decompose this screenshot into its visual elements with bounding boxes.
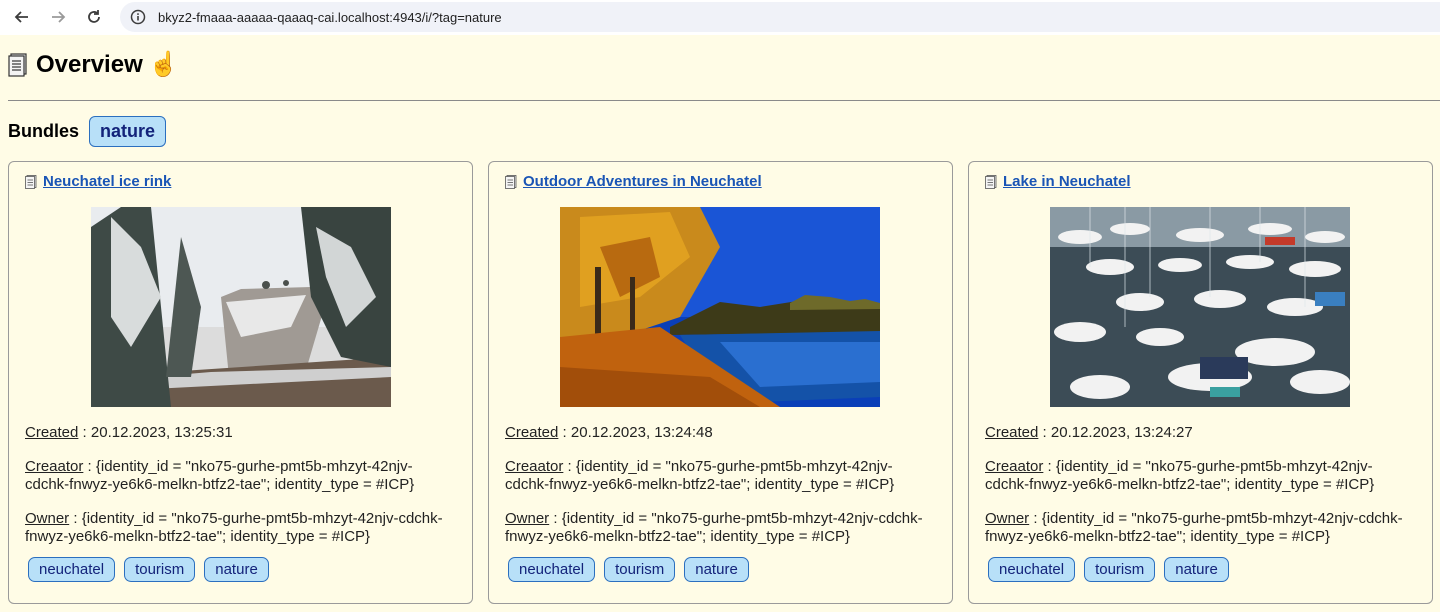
tag-tourism[interactable]: tourism — [1084, 557, 1156, 582]
owner-label: Owner — [985, 510, 1030, 527]
created-label: Created — [985, 424, 1039, 441]
active-tag[interactable]: nature — [89, 116, 167, 147]
creator-meta: Creaator : {identity_id = "nko75-gurhe-p… — [25, 458, 455, 494]
meta-sep: : — [549, 510, 562, 527]
created-value: 20.12.2023, 13:25:31 — [90, 424, 233, 441]
document-icon — [985, 174, 997, 189]
tag-list: neuchatel tourism nature — [988, 557, 1238, 582]
tag-nature[interactable]: nature — [1164, 557, 1229, 582]
pointing-hand-icon: ☝ — [148, 51, 179, 78]
creator-meta: Creaator : {identity_id = "nko75-gurhe-p… — [985, 458, 1415, 494]
card-title-link[interactable]: Lake in Neuchatel — [1003, 173, 1131, 190]
created-label: Created — [505, 424, 559, 441]
bundle-card: Neuchatel ice rink Created : 20.12.2023,… — [8, 161, 473, 604]
forward-icon[interactable] — [46, 5, 70, 29]
bundle-card: Outdoor Adventures in Neuchatel Created … — [488, 161, 953, 604]
tag-tourism[interactable]: tourism — [124, 557, 196, 582]
document-icon — [505, 174, 517, 189]
meta-sep: : — [83, 458, 96, 475]
site-info-icon[interactable] — [130, 9, 146, 25]
meta-sep: : — [1029, 510, 1042, 527]
tag-list: neuchatel tourism nature — [28, 557, 278, 582]
document-icon — [25, 174, 37, 189]
meta-sep: : — [563, 458, 576, 475]
creator-meta: Creaator : {identity_id = "nko75-gurhe-p… — [505, 458, 935, 494]
document-icon — [8, 52, 27, 77]
meta-sep: : — [558, 424, 571, 441]
owner-value: {identity_id = "nko75-gurhe-pmt5b-mhzyt-… — [25, 510, 443, 545]
owner-value: {identity_id = "nko75-gurhe-pmt5b-mhzyt-… — [985, 510, 1403, 545]
owner-meta: Owner : {identity_id = "nko75-gurhe-pmt5… — [985, 510, 1415, 546]
bundles-label: Bundles — [8, 121, 80, 141]
owner-value: {identity_id = "nko75-gurhe-pmt5b-mhzyt-… — [505, 510, 923, 545]
created-value: 20.12.2023, 13:24:27 — [1050, 424, 1193, 441]
meta-sep: : — [1038, 424, 1051, 441]
created-meta: Created : 20.12.2023, 13:24:48 — [505, 424, 935, 442]
card-title-link[interactable]: Neuchatel ice rink — [43, 173, 171, 190]
browser-toolbar: bkyz2-fmaaa-aaaaa-qaaaq-cai.localhost:49… — [0, 0, 1440, 35]
tag-neuchatel[interactable]: neuchatel — [508, 557, 596, 582]
address-bar[interactable]: bkyz2-fmaaa-aaaaa-qaaaq-cai.localhost:49… — [120, 2, 1440, 32]
tag-nature[interactable]: nature — [204, 557, 269, 582]
owner-meta: Owner : {identity_id = "nko75-gurhe-pmt5… — [25, 510, 455, 546]
tag-list: neuchatel tourism nature — [508, 557, 758, 582]
bundles-row: Bundles nature — [8, 116, 167, 147]
card-image-snowy-forest[interactable] — [91, 207, 391, 407]
card-image-autumn-lake[interactable] — [560, 207, 880, 407]
reload-icon[interactable] — [82, 5, 106, 29]
page-title: Overview ☝ — [8, 50, 179, 79]
creator-label: Creaator — [985, 458, 1044, 475]
meta-sep: : — [78, 424, 91, 441]
owner-label: Owner — [505, 510, 550, 527]
card-title: Outdoor Adventures in Neuchatel — [505, 173, 762, 190]
card-image-marina[interactable] — [1050, 207, 1350, 407]
meta-sep: : — [1043, 458, 1056, 475]
url-text[interactable]: bkyz2-fmaaa-aaaaa-qaaaq-cai.localhost:49… — [158, 10, 502, 25]
back-icon[interactable] — [10, 5, 34, 29]
tag-tourism[interactable]: tourism — [604, 557, 676, 582]
card-title: Lake in Neuchatel — [985, 173, 1131, 190]
created-meta: Created : 20.12.2023, 13:25:31 — [25, 424, 455, 442]
tag-neuchatel[interactable]: neuchatel — [988, 557, 1076, 582]
tag-nature[interactable]: nature — [684, 557, 749, 582]
divider — [8, 100, 1440, 101]
created-value: 20.12.2023, 13:24:48 — [570, 424, 713, 441]
card-title-link[interactable]: Outdoor Adventures in Neuchatel — [523, 173, 762, 190]
tag-neuchatel[interactable]: neuchatel — [28, 557, 116, 582]
creator-label: Creaator — [25, 458, 84, 475]
meta-sep: : — [69, 510, 82, 527]
owner-meta: Owner : {identity_id = "nko75-gurhe-pmt5… — [505, 510, 935, 546]
owner-label: Owner — [25, 510, 70, 527]
page-title-text: Overview — [36, 50, 143, 78]
card-title: Neuchatel ice rink — [25, 173, 171, 190]
creator-label: Creaator — [505, 458, 564, 475]
bundle-card: Lake in Neuchatel Created : 20.12.2023, … — [968, 161, 1433, 604]
created-meta: Created : 20.12.2023, 13:24:27 — [985, 424, 1415, 442]
created-label: Created — [25, 424, 79, 441]
